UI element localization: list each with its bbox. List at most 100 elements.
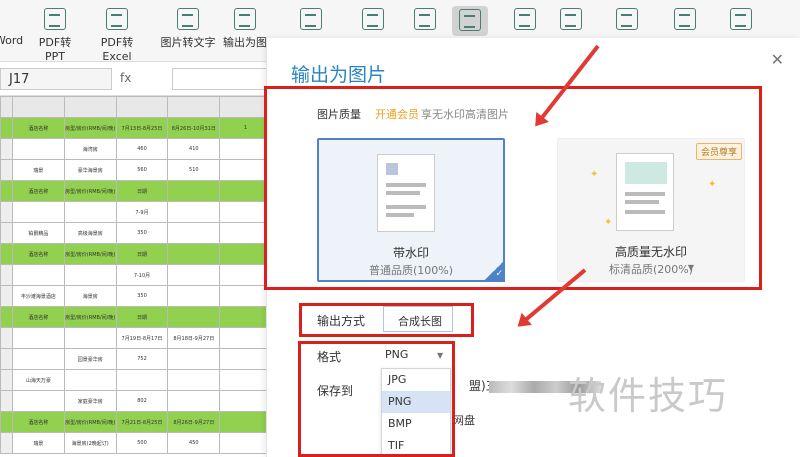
table-cell[interactable] <box>12 138 65 160</box>
ribbon-pdf-to-excel-button[interactable]: PDF转Excel <box>88 4 146 63</box>
table-cell[interactable]: 山海天万豪 <box>12 369 65 391</box>
table-cell[interactable]: 酒店名称 <box>12 243 65 265</box>
row-number[interactable] <box>0 432 13 454</box>
table-cell[interactable]: 560 <box>115 159 169 181</box>
fx-icon[interactable]: fx <box>120 71 131 85</box>
table-cell[interactable]: 7月21日-8月25日 <box>115 411 169 433</box>
table-cell[interactable]: 7-9月 <box>115 201 169 223</box>
table-cell[interactable] <box>167 222 221 244</box>
ribbon-export-image-button[interactable]: 输出为图 <box>222 4 268 58</box>
row-number[interactable] <box>0 117 13 139</box>
row-number[interactable] <box>0 327 13 349</box>
table-cell[interactable]: 7月13日-8月25日 <box>115 117 169 139</box>
ribbon-tools-button[interactable] <box>452 6 488 36</box>
table-cell[interactable] <box>63 264 117 286</box>
table-cell[interactable] <box>63 201 117 223</box>
table-cell[interactable]: 日期 <box>115 180 169 202</box>
table-cell[interactable] <box>219 348 272 370</box>
table-cell[interactable]: 802 <box>115 390 169 412</box>
table-cell[interactable]: 酒店名称 <box>12 306 65 328</box>
table-cell[interactable]: 房型/房价(RMB/间/晚) <box>63 243 117 265</box>
table-cell[interactable]: 海景房 <box>63 285 117 307</box>
table-cell[interactable] <box>167 390 221 412</box>
table-cell[interactable]: 450 <box>167 432 221 454</box>
ribbon-word-button[interactable]: Word <box>0 4 24 58</box>
table-cell[interactable] <box>167 180 221 202</box>
table-cell[interactable]: 房型/房价(RMB/间/晚) <box>63 180 117 202</box>
row-number[interactable] <box>0 138 13 160</box>
table-cell[interactable]: 7-10月 <box>115 264 169 286</box>
table-cell[interactable]: 家庭豪华房 <box>63 390 117 412</box>
ribbon-image-to-text-button[interactable]: 图片转文字 <box>160 4 216 58</box>
row-number[interactable] <box>0 306 13 328</box>
table-cell[interactable]: 日期 <box>115 243 169 265</box>
table-cell[interactable]: 丰沙滩海景酒店 <box>12 285 65 307</box>
table-cell[interactable]: 8月26日-9月27日 <box>167 411 221 433</box>
table-cell[interactable] <box>12 390 65 412</box>
table-cell[interactable]: 350 <box>115 222 169 244</box>
table-cell[interactable]: 410 <box>167 138 221 160</box>
row-number[interactable] <box>0 369 13 391</box>
table-cell[interactable] <box>219 432 272 454</box>
table-cell[interactable]: 海景房(2晚起订) <box>63 432 117 454</box>
row-number[interactable] <box>0 201 13 223</box>
table-cell[interactable]: 350 <box>115 285 169 307</box>
table-cell[interactable]: 日期 <box>115 306 169 328</box>
table-cell[interactable] <box>167 369 221 391</box>
table-cell[interactable] <box>12 264 65 286</box>
table-cell[interactable] <box>115 369 169 391</box>
table-cell[interactable]: 房型/房价(RMB/间/晚) <box>63 411 117 433</box>
table-cell[interactable]: 海湾房 <box>63 138 117 160</box>
table-cell[interactable] <box>63 369 117 391</box>
table-cell[interactable] <box>219 306 272 328</box>
table-cell[interactable] <box>219 327 272 349</box>
table-cell[interactable] <box>219 369 272 391</box>
annotation-quality-box <box>264 86 762 290</box>
table-cell[interactable]: 8月26日-10月31日 <box>167 117 221 139</box>
spreadsheet-grid[interactable]: 酒店名称 房型/房价(RMB/间/晚) 7月13日-8月25日 8月26日-10月31… <box>0 96 272 457</box>
table-cell[interactable]: 铂爵精品 <box>12 222 65 244</box>
table-cell[interactable] <box>167 348 221 370</box>
table-cell[interactable]: 豪华海景房 <box>63 159 117 181</box>
row-number[interactable] <box>0 390 13 412</box>
table-cell[interactable] <box>167 264 221 286</box>
table-cell[interactable] <box>167 243 221 265</box>
cell-reference-box[interactable]: J17 <box>0 68 112 90</box>
row-number[interactable] <box>0 159 13 181</box>
formula-input[interactable] <box>172 68 272 90</box>
table-cell[interactable] <box>167 306 221 328</box>
table-cell[interactable]: 500 <box>115 432 169 454</box>
table-cell[interactable]: 7月19日-8月17日 <box>115 327 169 349</box>
row-number[interactable] <box>0 180 13 202</box>
table-cell[interactable] <box>219 390 272 412</box>
table-cell[interactable] <box>12 348 65 370</box>
table-cell[interactable] <box>12 201 65 223</box>
table-cell[interactable]: 房型/房价(RMB/间/晚) <box>63 117 117 139</box>
table-cell[interactable] <box>167 201 221 223</box>
table-cell[interactable]: 瑞景 <box>12 159 65 181</box>
table-cell[interactable] <box>167 285 221 307</box>
row-number[interactable] <box>0 411 13 433</box>
table-cell[interactable]: 8月18日-9月27日 <box>167 327 221 349</box>
ribbon-pdf-to-ppt-button[interactable]: PDF转PPT <box>30 4 80 63</box>
table-cell[interactable]: 高级海景房 <box>63 222 117 244</box>
row-number[interactable] <box>0 348 13 370</box>
table-cell[interactable] <box>12 327 65 349</box>
table-cell[interactable]: 园景豪华房 <box>63 348 117 370</box>
row-number[interactable] <box>0 222 13 244</box>
table-cell[interactable]: 752 <box>115 348 169 370</box>
cloud-disk-text[interactable]: 网盘 <box>453 412 475 428</box>
table-cell[interactable]: 房型/房价(RMB/间/晚) <box>63 306 117 328</box>
close-icon[interactable]: ✕ <box>771 50 784 69</box>
table-cell[interactable] <box>219 411 272 433</box>
table-cell[interactable]: 510 <box>167 159 221 181</box>
table-cell[interactable]: 460 <box>115 138 169 160</box>
table-cell[interactable]: 酒店名称 <box>12 117 65 139</box>
table-cell[interactable] <box>63 327 117 349</box>
row-number[interactable] <box>0 264 13 286</box>
table-cell[interactable]: 酒店名称 <box>12 411 65 433</box>
table-cell[interactable]: 瑞景 <box>12 432 65 454</box>
table-cell[interactable]: 酒店名称 <box>12 180 65 202</box>
row-number[interactable] <box>0 243 13 265</box>
row-number[interactable] <box>0 285 13 307</box>
